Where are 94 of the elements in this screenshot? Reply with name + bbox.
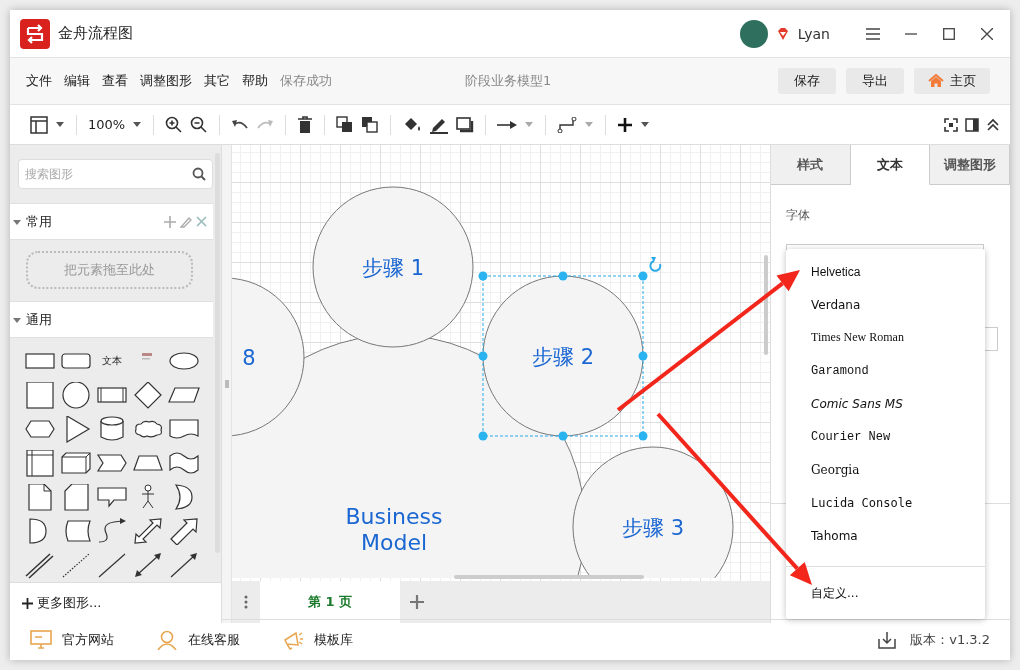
zoom-out-icon[interactable] — [190, 115, 209, 134]
splitter-handle-icon[interactable] — [224, 380, 229, 388]
fullscreen-icon[interactable] — [944, 117, 958, 132]
menu-item[interactable]: 帮助 — [236, 72, 274, 90]
header-button[interactable]: 保存 — [778, 68, 836, 94]
app-logo-icon — [20, 18, 50, 49]
node-label: 8 — [242, 346, 256, 370]
double-arrow-line-icon[interactable] — [132, 551, 164, 579]
user-avatar[interactable] — [739, 19, 768, 48]
arrow-line-icon[interactable] — [168, 551, 200, 579]
double-block-arrow-icon[interactable] — [132, 517, 164, 545]
double-line-icon[interactable] — [24, 551, 56, 579]
vip-diamond-icon — [775, 26, 790, 41]
save-status: 保存成功 — [279, 72, 333, 90]
menu-icon — [866, 27, 880, 40]
node-label: Business Model — [345, 504, 443, 555]
font-option[interactable]: Georgia — [786, 453, 985, 486]
trash-icon[interactable] — [297, 115, 314, 134]
section-header[interactable]: 通用 — [10, 301, 213, 338]
scrollbar-thumb[interactable] — [764, 255, 768, 355]
menu-item[interactable]: 查看 — [96, 72, 134, 90]
internal-storage-icon[interactable] — [24, 449, 56, 477]
section-title: 常用 — [26, 212, 52, 231]
connector-arrow-icon[interactable] — [497, 119, 518, 130]
version-label: 版本：v1.3.2 — [910, 631, 990, 649]
page-tab[interactable]: 第 1 页 — [260, 581, 400, 623]
section-header[interactable]: 常用 — [10, 203, 213, 240]
panel-tab[interactable]: 调整图形 — [930, 145, 1010, 185]
node-label: 步骤 2 — [532, 345, 594, 369]
close-icon — [981, 27, 993, 40]
panel-toggle-icon[interactable] — [965, 117, 979, 132]
text-shape[interactable]: 文本 — [102, 354, 122, 368]
shadow-icon[interactable] — [456, 116, 475, 133]
menu-item[interactable]: 其它 — [198, 72, 236, 90]
font-option[interactable]: Times New Roman — [786, 321, 985, 354]
font-option[interactable]: Comic Sans MS — [786, 387, 985, 420]
block-arrow-icon[interactable] — [168, 517, 200, 545]
menu-item[interactable]: 调整图形 — [134, 72, 198, 90]
waypoint-icon[interactable] — [557, 116, 578, 133]
search-icon[interactable] — [192, 167, 206, 181]
maximize-icon — [943, 27, 955, 40]
search-field[interactable]: 搜索图形 — [18, 159, 213, 189]
menu-item[interactable]: 编辑 — [58, 72, 96, 90]
plus-icon[interactable] — [617, 116, 634, 133]
more-shapes-link[interactable]: 更多图形... — [10, 582, 221, 623]
font-option[interactable]: Helvetica — [786, 255, 985, 288]
font-option[interactable]: Courier New — [786, 420, 985, 453]
font-option[interactable]: Verdana — [786, 288, 985, 321]
tape-icon[interactable] — [168, 449, 200, 477]
rotate-icon[interactable] — [649, 257, 662, 272]
diamond-icon[interactable] — [132, 381, 164, 409]
home-icon — [928, 74, 944, 88]
font-option[interactable]: Garamond — [786, 354, 985, 387]
caret-icon[interactable] — [640, 121, 651, 128]
header-button[interactable]: 导出 — [846, 68, 904, 94]
user-name[interactable]: Lyan — [797, 25, 830, 42]
font-label: 字体 — [786, 207, 811, 224]
section-title: 通用 — [26, 310, 52, 329]
plus-icon[interactable] — [22, 597, 33, 609]
curved-arrow-icon[interactable] — [96, 517, 128, 545]
caret-icon[interactable] — [12, 315, 22, 324]
zoom-in-icon[interactable] — [165, 115, 184, 134]
send-to-back-icon[interactable] — [361, 115, 380, 134]
scrollbar-thumb[interactable] — [454, 575, 644, 579]
node-label: 步骤 1 — [362, 256, 424, 280]
add-page-icon[interactable] — [410, 595, 424, 609]
panel-tab[interactable]: 样式 — [771, 145, 851, 185]
status-link[interactable]: 官方网站 — [30, 630, 114, 650]
status-link[interactable]: 在线客服 — [156, 630, 240, 650]
custom-font-option[interactable]: 自定义... — [786, 577, 985, 610]
download-icon[interactable] — [878, 631, 897, 649]
status-link[interactable]: 模板库 — [282, 630, 353, 650]
zoom-level[interactable]: 100% — [88, 117, 126, 132]
layout-icon[interactable] — [30, 115, 48, 134]
app-title: 金舟流程图 — [58, 24, 133, 43]
collapse-icon[interactable] — [986, 117, 1000, 132]
bring-to-front-icon[interactable] — [336, 115, 355, 134]
more-icon[interactable] — [244, 595, 248, 609]
document-title: 阶段业务模型1 — [465, 72, 552, 90]
drop-zone: 把元素拖至此处 — [26, 251, 193, 289]
menu-item[interactable]: 文件 — [20, 72, 58, 90]
caret-icon[interactable] — [132, 121, 143, 128]
caret-icon[interactable] — [12, 217, 22, 226]
cube-icon[interactable] — [60, 449, 92, 477]
font-option[interactable]: Tahoma — [786, 519, 985, 552]
dotted-line-icon[interactable] — [60, 551, 92, 579]
diagram-canvas[interactable]: Business Model 8 步骤 1 步骤 2 步骤 3 — [232, 145, 770, 581]
panel-tab[interactable]: 文本 — [850, 145, 931, 185]
home-button[interactable]: 主页 — [914, 68, 990, 94]
step-circle[interactable] — [312, 186, 474, 348]
caret-icon[interactable] — [55, 121, 65, 128]
node-label: 步骤 3 — [622, 516, 684, 540]
line-icon[interactable] — [96, 551, 128, 579]
font-option[interactable]: Lucida Console — [786, 486, 985, 519]
